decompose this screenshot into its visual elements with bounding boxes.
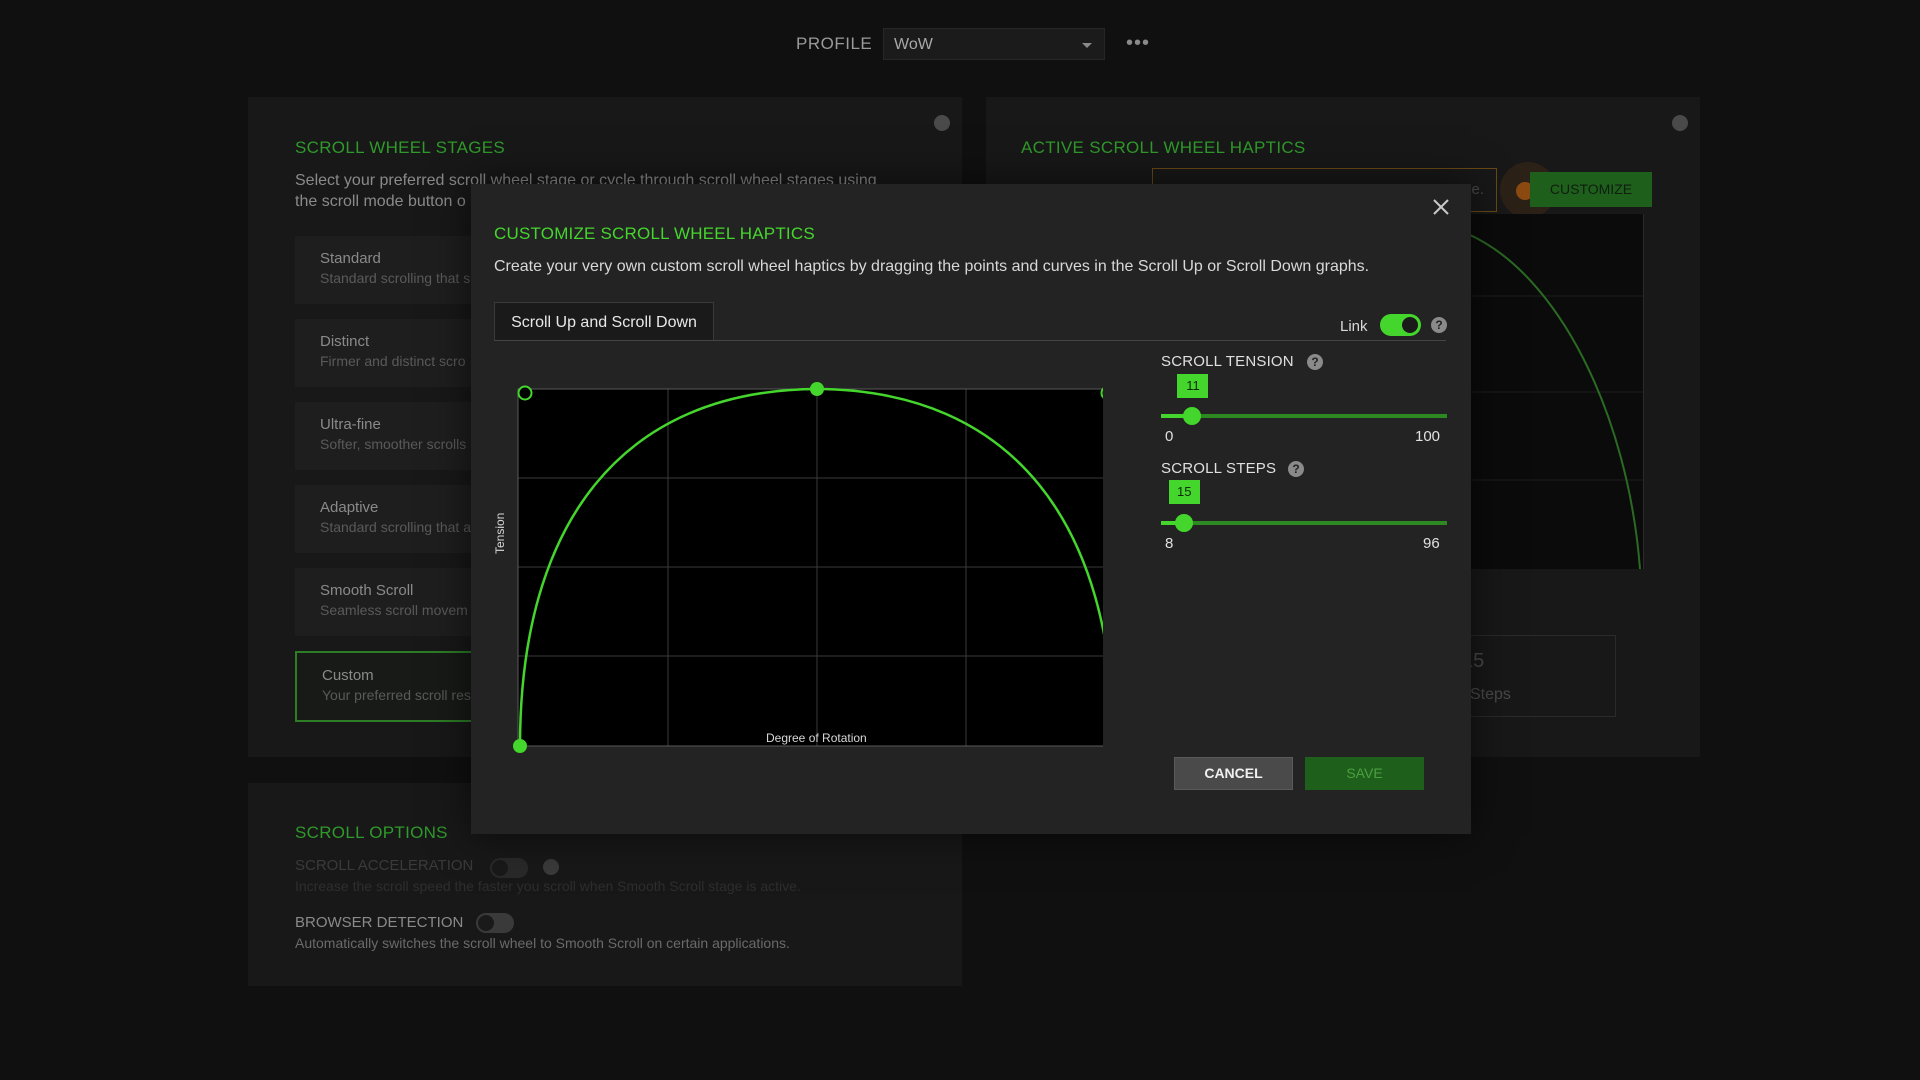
profile-label: PROFILE (796, 34, 873, 53)
help-icon[interactable]: ? (1288, 461, 1304, 477)
stage-desc: Standard scrolling that s (320, 270, 471, 286)
customize-haptics-modal: CUSTOMIZE SCROLL WHEEL HAPTICS Create yo… (471, 184, 1471, 834)
cancel-button[interactable]: CANCEL (1174, 757, 1293, 790)
stage-name: Custom (322, 667, 374, 684)
scroll-tension-track[interactable] (1161, 414, 1447, 418)
active-haptics-graph (1468, 214, 1644, 569)
chevron-down-icon (1082, 43, 1092, 48)
scroll-tension-label: SCROLL TENSION (1161, 353, 1294, 370)
stage-desc: Seamless scroll movem (320, 602, 468, 618)
stage-name: Adaptive (320, 499, 379, 516)
profile-select-value: WoW (894, 36, 933, 53)
close-icon[interactable] (1429, 195, 1453, 219)
stage-desc: Softer, smoother scrolls (320, 436, 467, 452)
haptics-field-text: e. (1471, 181, 1484, 198)
stage-desc: Your preferred scroll res (322, 687, 471, 703)
stage-name: Ultra-fine (320, 416, 381, 433)
stages-description-line2: the scroll mode button o (295, 193, 466, 210)
more-horizontal-icon[interactable]: ••• (1126, 32, 1150, 55)
options-title: SCROLL OPTIONS (295, 823, 448, 842)
scroll-acceleration-toggle[interactable] (490, 858, 528, 878)
curve-handle-left[interactable] (517, 385, 533, 401)
y-axis-label: Tension (493, 512, 507, 554)
scroll-steps-max: 96 (1423, 535, 1440, 552)
stage-desc: Standard scrolling that a (320, 519, 471, 535)
scroll-steps-track[interactable] (1161, 521, 1447, 525)
modal-description: Create your very own custom scroll wheel… (494, 258, 1370, 275)
toggle-knob (1402, 317, 1418, 333)
browser-detection-label: BROWSER DETECTION (295, 914, 464, 931)
scroll-steps-value: 15 (1168, 480, 1200, 504)
tab-divider (494, 340, 1446, 341)
haptics-curve-graph[interactable] (493, 344, 1103, 784)
scroll-tension-max: 100 (1415, 428, 1441, 445)
help-icon[interactable]: ? (1431, 317, 1447, 333)
curve-point-start[interactable] (513, 739, 527, 753)
tab-scroll-up-and-down[interactable]: Scroll Up and Scroll Down (494, 302, 714, 341)
active-haptics-title: ACTIVE SCROLL WHEEL HAPTICS (1021, 138, 1306, 157)
save-button[interactable]: SAVE (1305, 757, 1424, 790)
info-icon[interactable] (543, 859, 559, 875)
scroll-steps-label: SCROLL STEPS (1161, 460, 1277, 477)
browser-detection-desc: Automatically switches the scroll wheel … (295, 935, 790, 951)
link-toggle[interactable] (1380, 314, 1421, 336)
link-label: Link (1340, 318, 1368, 335)
x-axis-label: Degree of Rotation (766, 731, 867, 745)
stage-desc: Firmer and distinct scro (320, 353, 466, 369)
stage-name: Smooth Scroll (320, 582, 414, 599)
scroll-tension-min: 0 (1165, 428, 1174, 445)
scroll-tension-thumb[interactable] (1183, 407, 1202, 425)
customize-button[interactable]: CUSTOMIZE (1530, 172, 1652, 207)
scroll-steps-thumb[interactable] (1174, 514, 1193, 532)
stages-title: SCROLL WHEEL STAGES (295, 138, 506, 157)
tab-label: Scroll Up and Scroll Down (511, 314, 697, 331)
browser-detection-toggle[interactable] (476, 913, 514, 933)
modal-title: CUSTOMIZE SCROLL WHEEL HAPTICS (494, 224, 815, 243)
scroll-tension-value: 11 (1177, 374, 1209, 398)
curve-point-peak[interactable] (810, 382, 824, 396)
help-icon[interactable]: ? (1307, 354, 1323, 370)
stage-name: Distinct (320, 333, 370, 350)
scroll-steps-min: 8 (1165, 535, 1174, 552)
info-icon[interactable] (1672, 115, 1688, 131)
scroll-acceleration-label: SCROLL ACCELERATION (295, 857, 474, 874)
info-icon[interactable] (934, 115, 950, 131)
scroll-acceleration-desc: Increase the scroll speed the faster you… (295, 878, 801, 894)
profile-select[interactable]: WoW (883, 28, 1105, 60)
stage-name: Standard (320, 250, 381, 267)
